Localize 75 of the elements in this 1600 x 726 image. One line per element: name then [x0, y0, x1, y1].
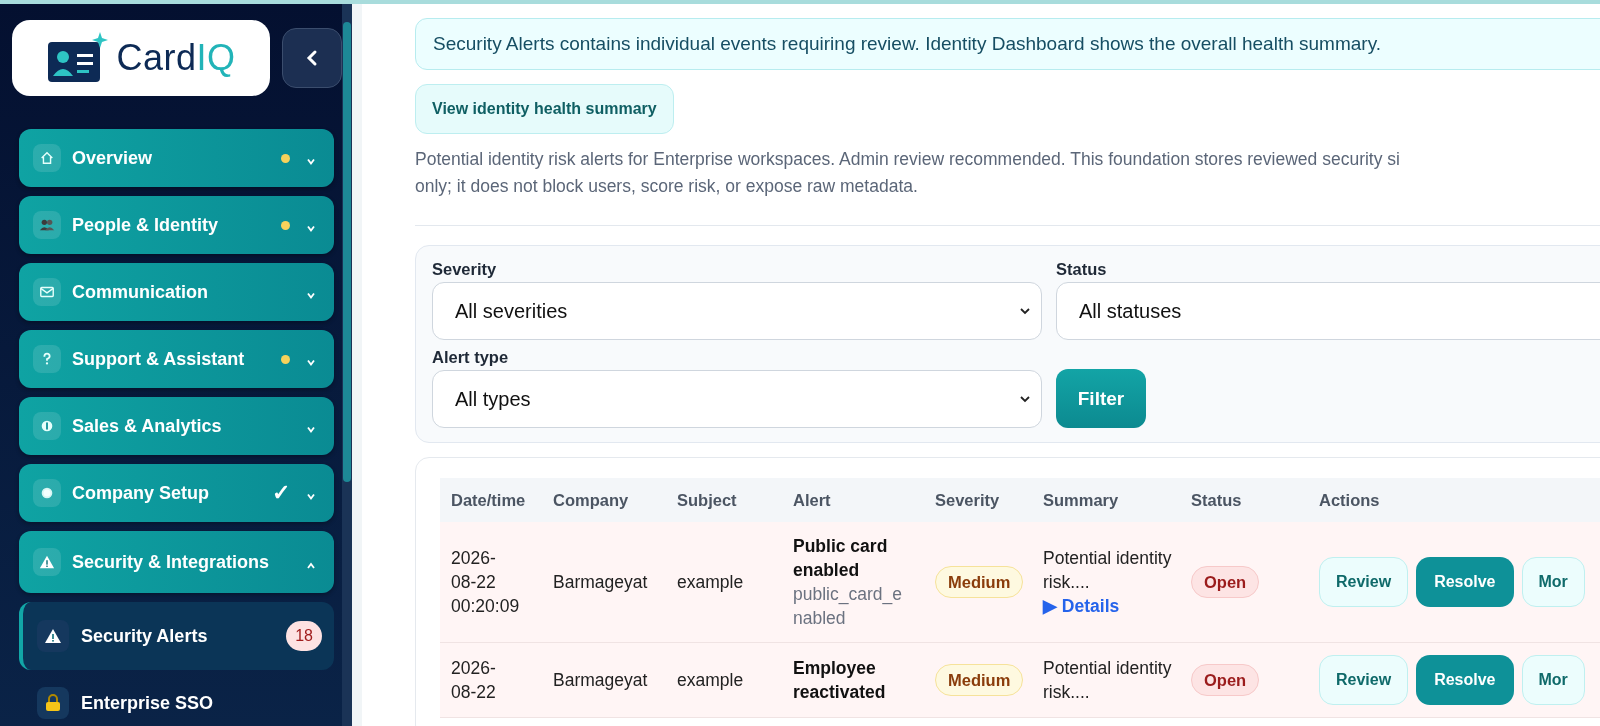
chevron-left-icon [306, 49, 318, 67]
nav-item[interactable]: Company Setup ✓ [19, 464, 334, 522]
severity-badge: Medium [935, 566, 1024, 598]
house-icon [39, 150, 55, 166]
summary-text: Potential identity risk.... [1043, 657, 1173, 704]
collapse-sidebar-button[interactable] [282, 28, 342, 88]
column-header: Alert [792, 490, 832, 510]
table-cell-text: 2026-08-22 [450, 657, 497, 704]
column-header: Date/time [450, 490, 527, 510]
details-link[interactable]: ▶ Details [1043, 594, 1180, 618]
alert-code: public_card_enabled [793, 583, 903, 630]
nav-item[interactable]: People & Identity [19, 196, 334, 254]
people-icon [39, 217, 55, 233]
sub-nav-label: Enterprise SSO [81, 692, 215, 714]
field-label: Status [1056, 260, 1108, 279]
table-cell-text: 2026-08-22 00:20:09 [450, 547, 521, 618]
column-header: Severity [934, 490, 1001, 510]
scrollbar[interactable] [342, 4, 352, 726]
description-line: only; it does not block users, score risk, or expose raw metadata. [415, 175, 919, 198]
nav-item[interactable]: Overview [19, 129, 334, 187]
description-line: Potential identity risk alerts for Enterprise workspaces. Admin review recommended. This foundation stores reviewed security si [415, 148, 1401, 171]
nav-item[interactable]: Support & Assistant [19, 330, 334, 388]
table-cell-text: Barmageyat [552, 571, 649, 594]
table-cell-text: example [676, 669, 745, 692]
check-mark: ✓ [272, 480, 290, 506]
status-badge: Open [1191, 566, 1260, 598]
nav-label: Sales & Analytics [72, 415, 223, 437]
column-header: Subject [676, 490, 738, 510]
sub-nav-label: Security Alerts [81, 625, 209, 647]
nav-label: Communication [72, 281, 209, 303]
select-field[interactable]: All types [432, 370, 1042, 428]
action-button[interactable]: Resolve [1416, 655, 1514, 705]
nav-label: Company Setup [72, 482, 210, 504]
select-field[interactable]: All severities [432, 282, 1042, 340]
status-badge: Open [1191, 664, 1260, 696]
action-button[interactable]: Review [1319, 655, 1409, 705]
column-header: Actions [1318, 490, 1381, 510]
severity-badge: Medium [935, 664, 1024, 696]
nav-label: Support & Assistant [72, 348, 246, 370]
nav-item[interactable]: Communication [19, 263, 334, 321]
sub-nav-item[interactable]: Enterprise SSO [19, 675, 334, 726]
coin-icon [39, 418, 55, 434]
info-banner: Security Alerts contains individual events requiring review. Identity Dashboard shows the overall health summary. [415, 18, 1600, 70]
action-button[interactable]: Mor [1521, 557, 1585, 607]
warning-icon [44, 627, 62, 645]
action-button[interactable]: Resolve [1416, 557, 1514, 607]
nav-label: People & Identity [72, 214, 220, 236]
alert-title: Public card enabled [793, 535, 889, 582]
nav-label: Security & Integrations [72, 551, 271, 573]
nav-label: Overview [72, 147, 154, 169]
chevron-down-icon [1019, 307, 1031, 315]
column-header: Company [552, 490, 630, 510]
action-button[interactable]: Mor [1521, 655, 1585, 705]
padlock-icon [44, 694, 62, 712]
alert-title: Employee reactivated [793, 657, 887, 704]
logo-text: CardIQ [116, 37, 236, 79]
column-header: Summary [1042, 490, 1120, 510]
summary-text: Potential identity risk.... [1043, 547, 1173, 594]
nav-item[interactable]: Security & Integrations [19, 531, 334, 593]
table-cell-text: Barmageyat [552, 669, 649, 692]
field-label: Severity [432, 260, 498, 279]
nav-item[interactable]: Sales & Analytics [19, 397, 334, 455]
disc-icon [39, 485, 55, 501]
action-button[interactable]: Review [1319, 557, 1409, 607]
chevron-down-icon [1019, 395, 1031, 403]
sub-nav-item[interactable]: Security Alerts 18 [19, 602, 334, 670]
count-badge: 18 [286, 621, 322, 651]
table-cell-text: example [676, 571, 745, 594]
envelope-icon [39, 284, 55, 300]
view-summary-button[interactable]: View identity health summary [415, 84, 674, 134]
column-header: Status [1190, 490, 1243, 510]
field-label: Alert type [432, 348, 510, 367]
select-field[interactable]: All statuses [1056, 282, 1600, 340]
filter-button[interactable]: Filter [1056, 369, 1146, 428]
warning-icon [39, 554, 55, 570]
